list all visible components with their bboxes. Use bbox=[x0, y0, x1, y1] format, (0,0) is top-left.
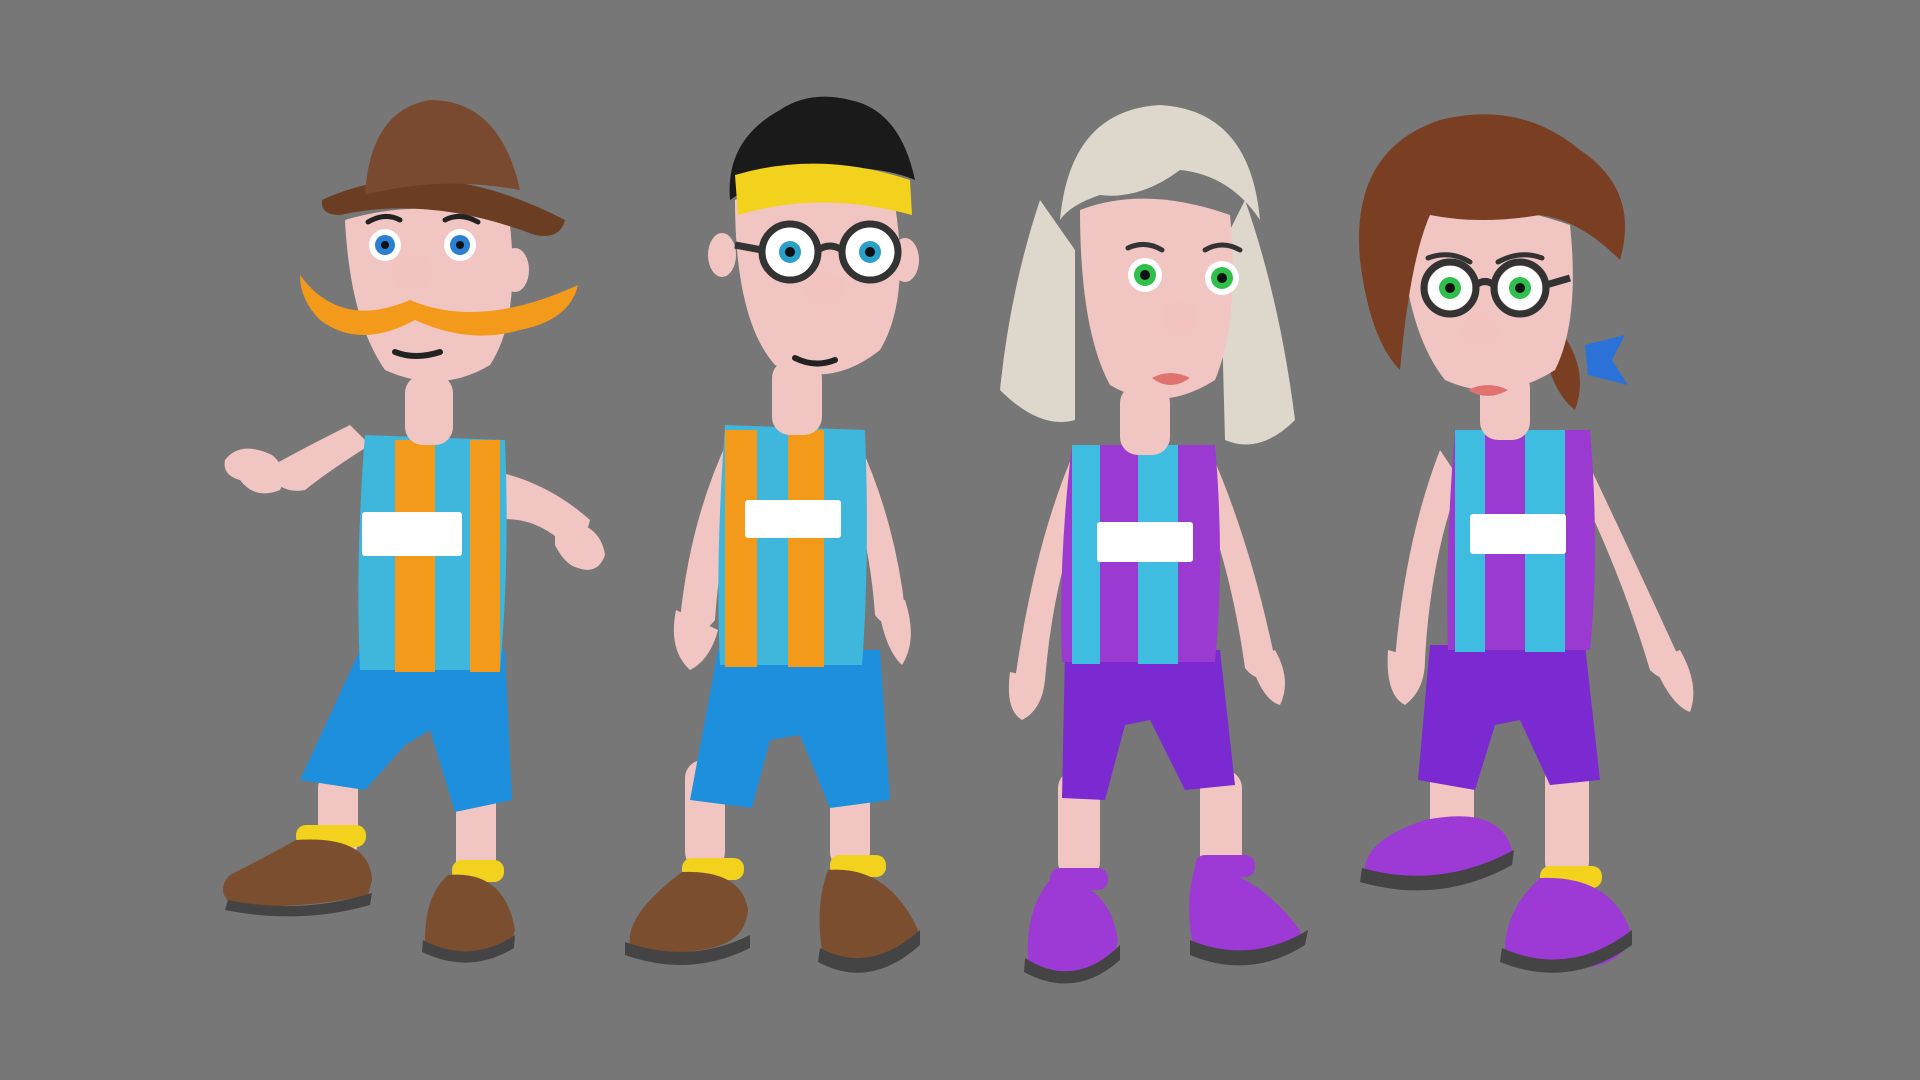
ear bbox=[708, 233, 736, 277]
nose bbox=[805, 274, 845, 306]
bib-number-plate bbox=[1470, 514, 1566, 554]
head bbox=[1080, 198, 1233, 399]
background bbox=[0, 0, 1920, 1080]
bib-number-plate bbox=[362, 512, 462, 556]
nose bbox=[1462, 314, 1498, 346]
bib-number-plate bbox=[745, 500, 841, 538]
tank-top bbox=[358, 435, 507, 672]
nose bbox=[390, 254, 434, 290]
bib-number-plate bbox=[1097, 522, 1193, 562]
tank-top bbox=[718, 425, 867, 667]
tank-top bbox=[1447, 430, 1595, 652]
ear bbox=[501, 248, 529, 292]
neck bbox=[405, 375, 453, 445]
character-lineup-scene bbox=[0, 0, 1920, 1080]
render-canvas bbox=[0, 0, 1920, 1080]
tank-top bbox=[1061, 445, 1220, 664]
nose bbox=[1162, 300, 1198, 336]
